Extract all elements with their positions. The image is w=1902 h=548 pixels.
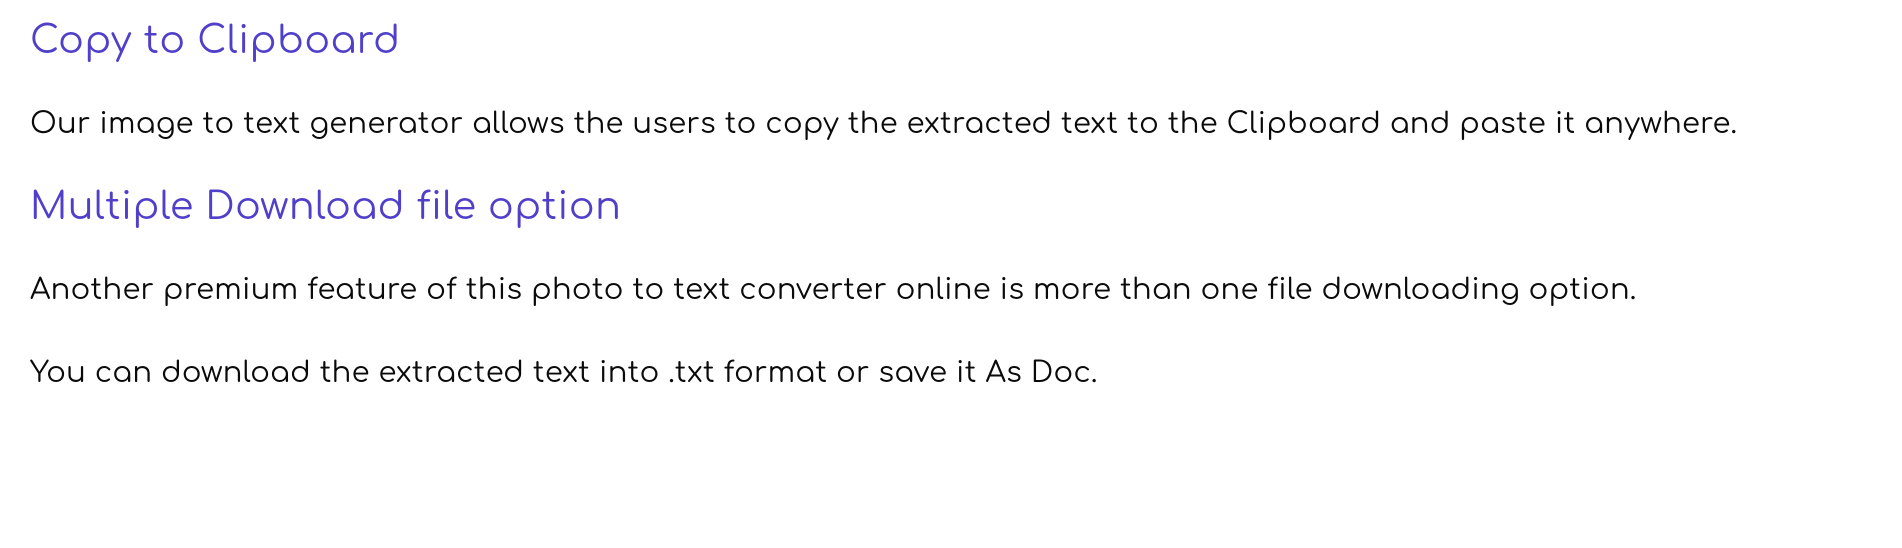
section-heading: Copy to Clipboard xyxy=(30,20,1872,62)
section-paragraph: You can download the extracted text into… xyxy=(30,351,1872,395)
section-copy-clipboard: Copy to Clipboard Our image to text gene… xyxy=(30,20,1872,146)
section-multiple-download: Multiple Download file option Another pr… xyxy=(30,186,1872,395)
section-paragraph: Our image to text generator allows the u… xyxy=(30,102,1872,146)
section-paragraph: Another premium feature of this photo to… xyxy=(30,268,1872,312)
section-heading: Multiple Download file option xyxy=(30,186,1872,228)
